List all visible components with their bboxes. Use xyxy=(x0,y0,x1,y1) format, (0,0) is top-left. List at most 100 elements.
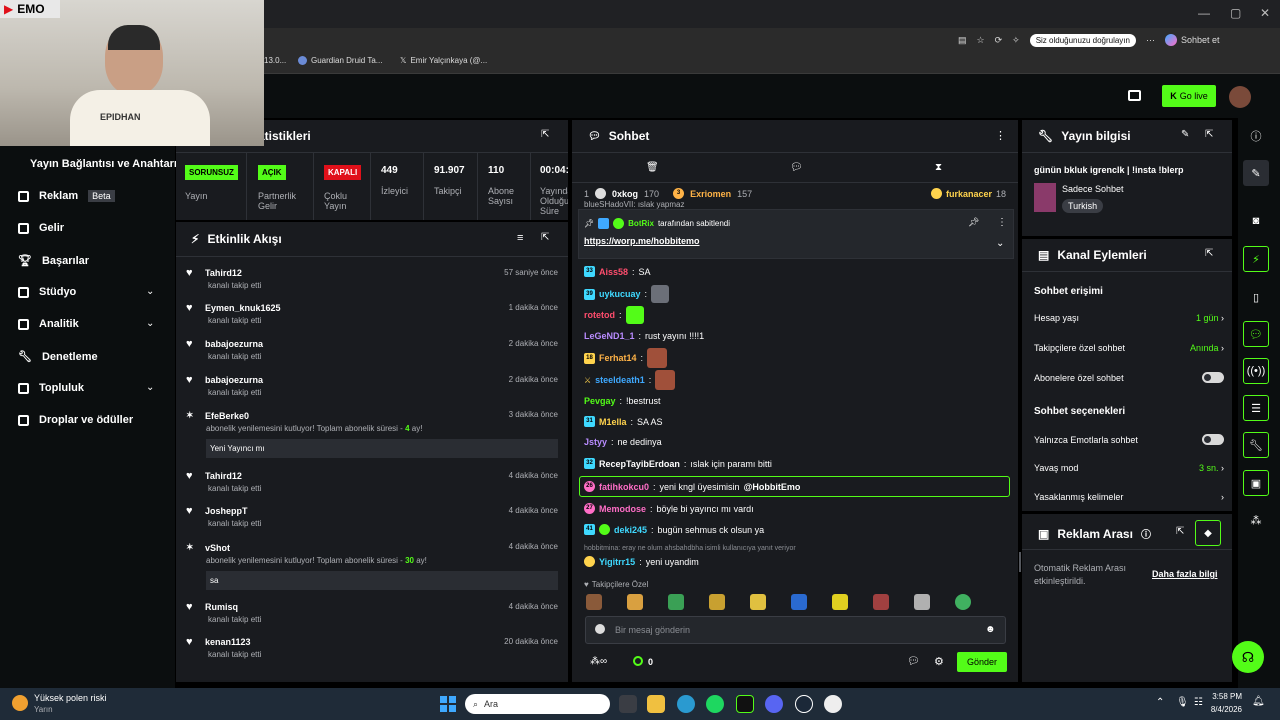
chevron-down-icon[interactable]: ⌄ xyxy=(996,238,1004,249)
emote-icon[interactable] xyxy=(791,594,807,610)
chat-menu-icon[interactable]: ⋮ xyxy=(995,129,1006,142)
tray-chevron-icon[interactable]: ⌃ xyxy=(1156,697,1164,708)
event-user[interactable]: vShot xyxy=(205,543,230,553)
chat-username[interactable]: Aiss58 xyxy=(599,267,628,277)
support-button[interactable]: ☊ xyxy=(1232,641,1264,673)
folder-icon[interactable] xyxy=(647,695,665,713)
sidebar-item-stream-key[interactable]: Yayın Bağlantısı ve Anahtarı xyxy=(30,158,177,170)
spotify-icon[interactable] xyxy=(706,695,724,713)
sidebar-item-studio[interactable]: Stüdyo xyxy=(18,286,76,298)
weather-title[interactable]: Yüksek polen riski xyxy=(34,693,107,703)
bookmark-1[interactable]: Guardian Druid Ta... xyxy=(298,56,382,65)
emote-icon[interactable] xyxy=(668,594,684,610)
taskbar-time[interactable]: 3:58 PM xyxy=(1210,692,1242,701)
chevron-down-icon[interactable]: ⌄ xyxy=(146,318,154,329)
obs-icon[interactable] xyxy=(736,695,754,713)
setting-account-age[interactable]: Hesap yaşı 1 gün › xyxy=(1034,313,1224,323)
popout-icon[interactable]: ⇱ xyxy=(1205,248,1213,259)
emote-icon[interactable] xyxy=(750,594,766,610)
subs-only-toggle[interactable] xyxy=(1202,372,1224,383)
gifter-name[interactable]: Exriomen xyxy=(690,189,731,199)
go-live-button[interactable]: K Go live xyxy=(1162,85,1216,107)
chat-username[interactable]: fatihkokcu0 xyxy=(599,482,649,492)
event-user[interactable]: EfeBerke0 xyxy=(205,411,249,421)
category-name[interactable]: Sadece Sohbet xyxy=(1062,184,1124,194)
chat-username[interactable]: deki245 xyxy=(614,525,647,535)
broadcast-icon[interactable]: ((•)) xyxy=(1243,358,1269,384)
send-button[interactable]: Gönder xyxy=(957,652,1007,672)
unpin-icon[interactable]: 📌︎ xyxy=(968,217,979,228)
window-icon[interactable]: ▣ xyxy=(1243,470,1269,496)
sidebar-item-community[interactable]: Topluluk xyxy=(18,382,84,394)
emote-icon[interactable] xyxy=(627,594,643,610)
cast-icon[interactable] xyxy=(1128,90,1141,101)
discord-icon[interactable] xyxy=(765,695,783,713)
chat-username[interactable]: LeGeND1_1 xyxy=(584,331,635,341)
chat-username[interactable]: Ferhat14 xyxy=(599,353,637,363)
chat-username[interactable]: Jstyy xyxy=(584,437,607,447)
ad-run-button[interactable]: ◆ xyxy=(1195,520,1221,546)
emoji-icon[interactable]: ☻ xyxy=(985,624,996,635)
sidebar-item-moderation[interactable]: 🔧︎ Denetleme xyxy=(18,350,98,364)
document-icon[interactable]: ▯ xyxy=(1243,284,1269,310)
event-user[interactable]: Rumisq xyxy=(205,602,238,612)
chat-mention[interactable]: @HobbitEmo xyxy=(744,482,801,492)
chat-username[interactable]: rotetod xyxy=(584,310,615,320)
taskview-icon[interactable] xyxy=(619,695,637,713)
start-icon[interactable] xyxy=(440,696,456,712)
popout-icon[interactable]: ⇱ xyxy=(541,232,549,243)
emote-icon[interactable] xyxy=(709,594,725,610)
event-user[interactable]: babajoezurna xyxy=(205,339,263,349)
popout-icon[interactable]: ⇱ xyxy=(1205,129,1213,140)
chat-username[interactable]: RecepTayibErdoan xyxy=(599,459,680,469)
lightning-icon[interactable]: ⚡︎ xyxy=(1243,246,1269,272)
gear-icon[interactable]: ⚙︎ xyxy=(934,655,944,668)
profile-pill[interactable]: Siz olduğunuzu doğrulayın xyxy=(1029,33,1136,47)
emote-icon[interactable] xyxy=(586,594,602,610)
close-icon[interactable]: ✕ xyxy=(1260,6,1270,20)
list-icon[interactable]: ☰ xyxy=(1243,395,1269,421)
camera-icon[interactable]: ◙ xyxy=(1243,208,1269,234)
event-user[interactable]: JosheppT xyxy=(205,506,248,516)
filter-icon[interactable]: ≡ xyxy=(517,232,523,244)
chat-icon[interactable]: 💬︎ xyxy=(790,162,803,173)
chat-bubble-icon[interactable]: 💬︎ xyxy=(907,656,920,667)
chat-username[interactable]: Pevgay xyxy=(584,396,616,406)
learn-more-link[interactable]: Daha fazla bilgi xyxy=(1152,569,1218,579)
emote-only-toggle[interactable] xyxy=(1202,434,1224,445)
edge-icon[interactable] xyxy=(677,695,695,713)
chat-username[interactable]: Memodose xyxy=(599,504,646,514)
avatar[interactable] xyxy=(1229,86,1251,108)
chat-bubble-icon[interactable]: 💬︎ xyxy=(1243,321,1269,347)
taskbar-date[interactable]: 8/4/2026 xyxy=(1206,705,1242,714)
pinned-link[interactable]: https://worp.me/hobbitemo xyxy=(584,236,700,246)
users-icon[interactable]: ⁂∞ xyxy=(590,656,607,667)
notification-icon[interactable]: 🔔︎ xyxy=(1252,696,1265,707)
emote-icon[interactable] xyxy=(832,594,848,610)
favorite-icon[interactable]: ☆ xyxy=(977,35,985,46)
trash-icon[interactable]: 🗑︎ xyxy=(646,162,659,173)
pencil-icon[interactable]: ✎ xyxy=(1181,129,1189,140)
resize-handle[interactable] xyxy=(1019,552,1021,572)
network-icon[interactable]: ☷ xyxy=(1194,697,1203,708)
setting-followers-only[interactable]: Takipçilere özel sohbet Anında › xyxy=(1034,343,1224,353)
weather-icon[interactable] xyxy=(12,695,28,711)
user-badge-icon[interactable] xyxy=(595,624,605,634)
app-icon[interactable] xyxy=(824,695,842,713)
event-user[interactable]: babajoezurna xyxy=(205,375,263,385)
community-icon[interactable]: ⁂ xyxy=(1243,507,1269,533)
bookmark-0[interactable]: 13.0... xyxy=(264,56,286,65)
maximize-icon[interactable]: ▢ xyxy=(1230,6,1241,20)
refresh-icon[interactable]: ⟳ xyxy=(995,35,1003,46)
more-icon[interactable]: ··· xyxy=(1146,35,1155,45)
pinned-by[interactable]: BotRix xyxy=(628,219,654,228)
chat-username[interactable]: uykucuay xyxy=(599,289,641,299)
sidebar-item-ads[interactable]: Reklam Beta xyxy=(18,190,115,202)
emote-icon[interactable] xyxy=(955,594,971,610)
gifter-name[interactable]: furkanacer xyxy=(946,189,992,199)
chat-username[interactable]: M1ella xyxy=(599,417,627,427)
minimize-icon[interactable]: — xyxy=(1198,6,1210,20)
sidebar-item-analytics[interactable]: Analitik xyxy=(18,318,79,330)
event-user[interactable]: Tahird12 xyxy=(205,268,242,278)
pencil-icon[interactable]: ✎ xyxy=(1243,160,1269,186)
